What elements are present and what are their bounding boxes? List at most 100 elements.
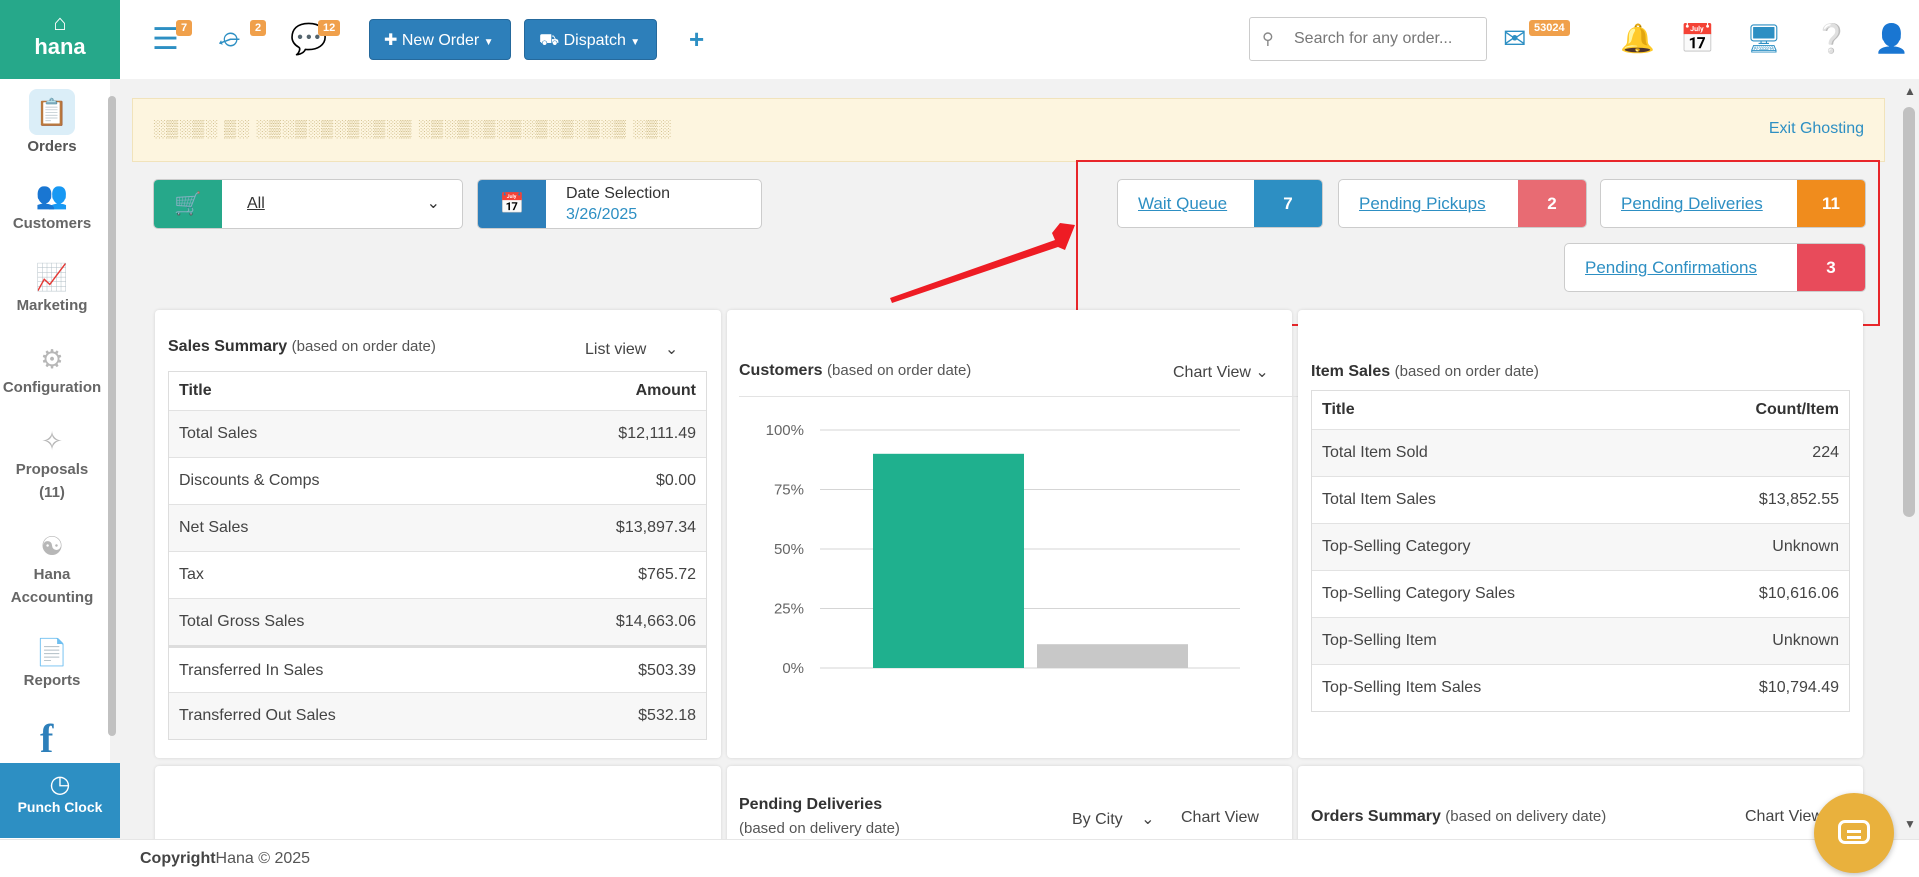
table-row: Total Item Sales $13,852.55 (1312, 476, 1849, 523)
sidebar-item-label: Orders (27, 138, 77, 155)
search-icon: ⚲ (1262, 31, 1274, 48)
add-icon[interactable]: + (689, 24, 704, 55)
scroll-down-icon[interactable]: ▼ (1904, 817, 1916, 831)
row-amount: $765.72 (638, 566, 696, 583)
caret-down-icon: ▼ (630, 37, 641, 48)
new-order-label: New Order (401, 32, 480, 49)
mail-badge: 53024 (1529, 20, 1570, 36)
bar-2[interactable] (1037, 644, 1188, 668)
customers-title: Customers (739, 362, 823, 379)
view-label: Chart View (1173, 364, 1251, 381)
calendar-icon: 📅 (478, 180, 546, 228)
row-title: Discounts & Comps (179, 472, 320, 489)
card-subtitle: (based on delivery date) (739, 820, 900, 837)
row-title: Top-Selling Category (1322, 538, 1471, 555)
basket-badge: 2 (250, 20, 267, 36)
ghosting-banner: ░▒░▒░ ▒░ ░▒░▒░▒░▒░▒░▒ ░▒░▒░▒░▒░▒░▒░▒░▒ ░… (132, 98, 1885, 162)
row-amount: $0.00 (655, 472, 696, 489)
card-title: Sales Summary (based on order date) (168, 338, 436, 356)
column-amount-header: Amount (635, 382, 696, 399)
row-value: $13,852.55 (1758, 491, 1839, 508)
card-subtitle: (based on order date) (1394, 363, 1539, 380)
truck-icon: ⛟ (539, 32, 560, 49)
pending-view-select[interactable]: Chart View (1181, 809, 1279, 827)
chat-support-button[interactable] (1814, 793, 1894, 873)
sidebar-item-label: Marketing (16, 297, 88, 314)
row-title: Tax (179, 566, 204, 583)
sidebar-item-configuration[interactable]: ⚙ Configuration (0, 342, 104, 399)
highlight-box (1076, 160, 1880, 326)
chevron-down-icon: ⌄ (664, 341, 679, 358)
table-row: Total Sales $12,111.49 (169, 410, 706, 457)
date-selection-label: Date Selection (566, 185, 671, 202)
card-title: Item Sales (based on order date) (1311, 363, 1539, 381)
orders-summary-card: Orders Summary (based on delivery date) … (1298, 766, 1863, 846)
group-by-select[interactable]: By City ⌄ (1072, 809, 1155, 829)
sidebar-item-marketing[interactable]: 📈 Marketing (0, 260, 104, 317)
date-selection-value: 3/26/2025 (566, 206, 638, 223)
store-filter-select[interactable]: 🛒 All ⌄ (153, 179, 463, 229)
sidebar-item-accounting[interactable]: ☯ Hana Accounting (0, 529, 104, 609)
help-icon[interactable]: ❔ (1814, 22, 1849, 55)
chevron-down-icon: ⌄ (1255, 364, 1269, 381)
stack-orders-icon[interactable]: ☰ (152, 22, 179, 57)
exit-ghosting-link[interactable]: Exit Ghosting (1769, 120, 1864, 138)
bar-1[interactable] (873, 453, 1024, 668)
sidebar-item-orders[interactable]: 📋 Orders (0, 89, 104, 158)
item-sales-title: Item Sales (1311, 363, 1391, 380)
page-scrollbar[interactable]: ▲ ▼ (1899, 82, 1919, 839)
table-row: Top-Selling Item Unknown (1312, 617, 1849, 664)
table-row: Total Item Sold 224 (1312, 429, 1849, 476)
user-icon[interactable]: 👤 (1874, 22, 1909, 55)
sidebar-item-proposals[interactable]: ✧ Proposals (11) (0, 424, 104, 504)
copyright-label: Copyright (140, 850, 216, 867)
card-subtitle: (based on order date) (827, 362, 972, 379)
view-label: Chart View (1181, 809, 1259, 826)
hana-logo[interactable]: ⌂ hana (0, 0, 120, 79)
row-amount: $532.18 (638, 707, 696, 724)
y-tick-label: 100% (766, 422, 804, 439)
card-subtitle-line: (based on delivery date) (739, 820, 900, 838)
table-row: Transferred In Sales $503.39 (169, 645, 706, 692)
sidebar-item-label: Configuration (2, 379, 102, 396)
sidebar-item-reports[interactable]: 📄 Reports (0, 635, 104, 692)
new-order-button[interactable]: ✚ New Order ▼ (369, 19, 511, 60)
row-amount: $14,663.06 (615, 613, 696, 630)
logo-text: hana (34, 34, 86, 59)
facebook-icon[interactable]: f (40, 715, 53, 762)
scrollbar-thumb[interactable] (1903, 107, 1915, 517)
row-title: Total Gross Sales (179, 613, 305, 630)
row-value: Unknown (1772, 538, 1839, 555)
cart-icon: 🛒 (154, 180, 222, 228)
search-input[interactable] (1294, 28, 1479, 50)
sidebar-item-customers[interactable]: 👥 Customers (0, 178, 104, 235)
chevron-down-icon: ⌄ (1141, 811, 1155, 828)
pending-deliveries-card: Pending Deliveries (based on delivery da… (727, 766, 1292, 846)
basket-icon[interactable]: ⌮ (218, 22, 240, 56)
pending-deliveries-title: Pending Deliveries (739, 796, 883, 813)
monitor-icon[interactable]: 🖥 (1746, 22, 1782, 55)
customers-view-select[interactable]: Chart View ⌄ (1173, 362, 1269, 382)
punch-clock-button[interactable]: ◷ Punch Clock (0, 763, 120, 838)
dispatch-button[interactable]: ⛟ Dispatch ▼ (524, 19, 657, 60)
row-amount: $12,111.49 (618, 425, 696, 442)
plus-icon: ✚ (384, 32, 398, 49)
bell-icon[interactable]: 🔔 (1620, 22, 1655, 55)
card-subtitle: (based on delivery date) (1445, 808, 1607, 825)
punch-clock-label: Punch Clock (17, 799, 103, 815)
sidebar-scrollbar[interactable] (108, 96, 116, 736)
mail-icon[interactable]: ✉ (1503, 22, 1526, 55)
date-selection[interactable]: 📅 Date Selection 3/26/2025 (477, 179, 762, 229)
sales-view-select[interactable]: List view ⌄ (585, 339, 678, 359)
table-row: Top-Selling Category Unknown (1312, 523, 1849, 570)
table-row: Top-Selling Category Sales $10,616.06 (1312, 570, 1849, 617)
table-row: Tax $765.72 (169, 551, 706, 598)
table-row: Transferred Out Sales $532.18 (169, 692, 706, 739)
copyright-value: Hana © 2025 (215, 850, 311, 867)
scroll-up-icon[interactable]: ▲ (1904, 84, 1916, 98)
sales-summary-card: Sales Summary (based on order date) List… (155, 310, 721, 758)
row-title: Transferred In Sales (179, 662, 324, 679)
calendar-icon[interactable]: 📅 (1680, 22, 1715, 55)
sidebar-item-label: Hana (33, 566, 71, 583)
sidebar-item-label: Proposals (15, 461, 89, 478)
